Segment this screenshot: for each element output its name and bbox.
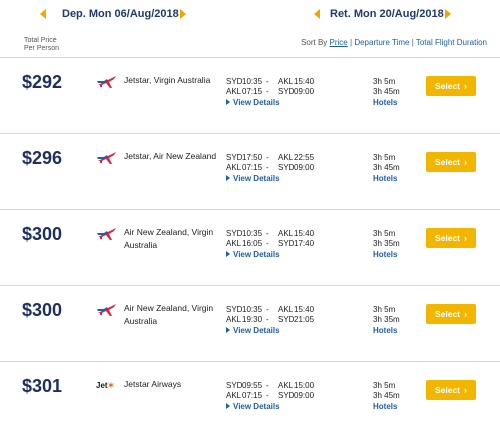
flight-result-row: $296 Jetstar, Air New Zealand SYD17:50- A… — [0, 134, 500, 210]
expand-triangle-icon — [226, 251, 230, 257]
outbound-duration: 3h 5m — [373, 305, 396, 314]
select-button[interactable]: Select › — [426, 304, 476, 324]
outbound-segment: SYD17:50- AKL22:55 — [226, 153, 315, 162]
view-details-link[interactable]: View Details — [226, 250, 280, 259]
view-details-link[interactable]: View Details — [226, 98, 280, 107]
outbound-duration: 3h 5m — [373, 153, 396, 162]
expand-triangle-icon — [226, 327, 230, 333]
hotels-link[interactable]: Hotels — [373, 402, 397, 411]
outbound-duration: 3h 5m — [373, 77, 396, 86]
inbound-duration: 3h 35m — [373, 315, 400, 324]
inbound-duration: 3h 45m — [373, 391, 400, 400]
inbound-segment: AKL07:15- SYD09:00 — [226, 391, 315, 400]
view-details-link[interactable]: View Details — [226, 402, 280, 411]
plane-logo-icon — [97, 76, 116, 88]
flight-result-row: $292 Jetstar, Virgin Australia SYD10:35-… — [0, 58, 500, 134]
sort-separator: | — [411, 38, 414, 47]
chevron-right-icon: › — [464, 81, 468, 91]
price: $292 — [22, 72, 63, 92]
return-date-label: Ret. Mon 20/Aug/2018 — [330, 8, 444, 20]
outbound-segment: SYD10:35- AKL15:40 — [226, 305, 315, 314]
outbound-duration: 3h 5m — [373, 229, 396, 238]
select-button[interactable]: Select › — [426, 152, 476, 172]
outbound-segment: SYD10:35- AKL15:40 — [226, 229, 315, 238]
prev-return-date-arrow-icon[interactable] — [314, 9, 320, 19]
price: $296 — [22, 148, 63, 168]
inbound-segment: AKL07:15- SYD09:00 — [226, 163, 315, 172]
select-button[interactable]: Select › — [426, 76, 476, 96]
chevron-right-icon: › — [464, 385, 468, 395]
inbound-segment: AKL07:15- SYD09:00 — [226, 87, 315, 96]
airline-name: Jetstar, Air New Zealand — [124, 151, 217, 161]
sort-departure-time-link[interactable]: Departure Time — [354, 38, 409, 47]
flight-result-row: $300 Air New Zealand, Virgin Australia S… — [0, 286, 500, 362]
sort-price-link[interactable]: Price — [330, 38, 348, 47]
hotels-link[interactable]: Hotels — [373, 326, 397, 335]
view-details-link[interactable]: View Details — [226, 174, 280, 183]
select-button[interactable]: Select › — [426, 228, 476, 248]
airline-name: Air New Zealand, Virgin Australia — [124, 303, 214, 326]
price: $300 — [22, 300, 63, 320]
sort-separator: | — [350, 38, 353, 47]
expand-triangle-icon — [226, 99, 230, 105]
plane-logo-icon — [97, 228, 116, 240]
flight-result-row: $301 Jet✶ Jetstar Airways SYD09:55- AKL15… — [0, 362, 500, 432]
outbound-segment: SYD09:55- AKL15:00 — [226, 381, 315, 390]
inbound-duration: 3h 45m — [373, 87, 400, 96]
next-return-date-arrow-icon[interactable] — [445, 9, 451, 19]
inbound-segment: AKL16:05- SYD17:40 — [226, 239, 315, 248]
plane-logo-icon — [97, 304, 116, 316]
sort-duration-link[interactable]: Total Flight Duration — [416, 38, 487, 47]
chevron-right-icon: › — [464, 157, 468, 167]
airline-name: Air New Zealand, Virgin Australia — [124, 227, 214, 250]
departure-date-label: Dep. Mon 06/Aug/2018 — [62, 8, 179, 20]
view-details-link[interactable]: View Details — [226, 326, 280, 335]
inbound-duration: 3h 35m — [373, 239, 400, 248]
sort-bar: Sort By Price | Departure Time | Total F… — [301, 38, 487, 47]
outbound-segment: SYD10:35- AKL15:40 — [226, 77, 315, 86]
date-bar: Dep. Mon 06/Aug/2018 Ret. Mon 20/Aug/201… — [0, 0, 500, 30]
plane-logo-icon — [97, 152, 116, 164]
hotels-link[interactable]: Hotels — [373, 174, 397, 183]
inbound-segment: AKL19:30- SYD21:05 — [226, 315, 315, 324]
total-price-label: Total Price — [24, 37, 57, 44]
airline-name: Jetstar Airways — [124, 379, 182, 389]
per-person-label: Per Person — [24, 45, 60, 52]
airline-name: Jetstar, Virgin Australia — [124, 75, 211, 85]
inbound-duration: 3h 45m — [373, 163, 400, 172]
price: $301 — [22, 376, 63, 396]
hotels-link[interactable]: Hotels — [373, 98, 397, 107]
sort-by-label: Sort By — [301, 38, 328, 47]
expand-triangle-icon — [226, 403, 230, 409]
flight-result-row: $300 Air New Zealand, Virgin Australia S… — [0, 210, 500, 286]
expand-triangle-icon — [226, 175, 230, 181]
chevron-right-icon: › — [464, 309, 468, 319]
next-departure-date-arrow-icon[interactable] — [180, 9, 186, 19]
select-button[interactable]: Select › — [426, 380, 476, 400]
price: $300 — [22, 224, 63, 244]
hotels-link[interactable]: Hotels — [373, 250, 397, 259]
prev-departure-date-arrow-icon[interactable] — [40, 9, 46, 19]
outbound-duration: 3h 5m — [373, 381, 396, 390]
jetstar-logo-icon: Jet✶ — [96, 381, 115, 390]
chevron-right-icon: › — [464, 233, 468, 243]
